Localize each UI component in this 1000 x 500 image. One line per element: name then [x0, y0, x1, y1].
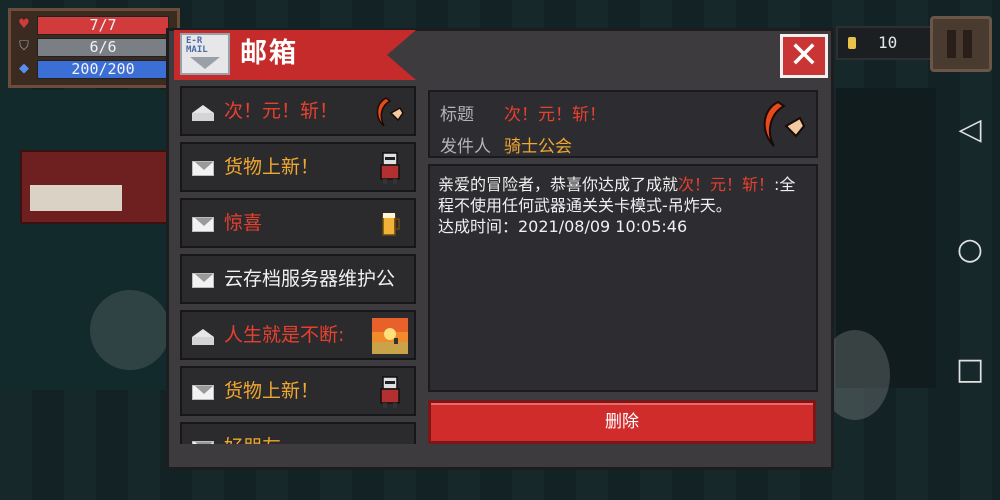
shop-sign	[30, 185, 122, 211]
energy-value: 200/200	[71, 60, 135, 78]
body-intro: 亲爱的冒险者，恭喜你达成了成就	[438, 175, 679, 194]
mail-header: 标题 次！元！斩！ 发件人 骑士公会	[428, 90, 818, 158]
mail-item[interactable]: 好朋友	[180, 422, 416, 444]
crescent-blade-icon	[372, 94, 408, 130]
joystick[interactable]	[90, 290, 170, 370]
mail-item[interactable]: 人生就是不断:	[180, 310, 416, 360]
delete-button[interactable]: 删除	[428, 400, 816, 444]
mail-item[interactable]: 次！元！斩！	[180, 86, 416, 136]
mail-list[interactable]: 次！元！斩！ 货物上新！ 惊喜云存档服务器维护公人生就是不断: 货物上新！ 好朋友	[180, 86, 416, 444]
android-recent-button[interactable]: □	[944, 344, 996, 396]
envelope-icon	[192, 385, 214, 400]
title-value: 次！元！斩！	[504, 105, 606, 125]
mail-item[interactable]: 云存档服务器维护公	[180, 254, 416, 304]
open-envelope-icon	[192, 329, 214, 345]
coin-value: 10	[878, 33, 898, 52]
health-bar: 7/7	[37, 16, 169, 35]
android-back-button[interactable]: ◁	[944, 104, 996, 156]
armor-row: ⛉ 6/6	[17, 38, 169, 57]
mail-subject: 云存档服务器维护公	[224, 268, 396, 290]
envelope-icon	[192, 441, 214, 444]
mail-body-text: 亲爱的冒险者，恭喜你达成了成就次！元！斩！:全程不使用任何武器通关关卡模式-吊炸…	[438, 174, 804, 237]
crescent-blade-icon	[763, 100, 806, 147]
mailbox-title-ribbon: E-R MAIL 邮箱	[174, 30, 416, 80]
merchant-icon	[372, 374, 408, 410]
shield-icon: ⛉	[19, 39, 29, 54]
mail-item[interactable]: 货物上新！	[180, 142, 416, 192]
heart-icon: ♥	[18, 17, 30, 32]
envelope-icon	[192, 161, 214, 176]
android-home-button[interactable]: ○	[944, 224, 996, 276]
coin-counter: 10	[836, 26, 932, 60]
mail-icon: E-R MAIL	[180, 33, 230, 75]
pause-icon-bar	[963, 30, 972, 58]
mail-body: 亲爱的冒险者，恭喜你达成了成就次！元！斩！:全程不使用任何武器通关关卡模式-吊炸…	[428, 164, 818, 392]
armor-bar: 6/6	[37, 38, 169, 57]
pause-icon	[947, 30, 956, 58]
health-row: ♥ 7/7	[17, 16, 169, 35]
mail-icon-flap	[190, 57, 220, 69]
merchant-icon	[372, 150, 408, 186]
health-value: 7/7	[89, 16, 117, 34]
player-stats-panel: ♥ 7/7 ⛉ 6/6 ◆ 200/200	[8, 8, 180, 88]
close-icon: ✕	[788, 35, 820, 76]
sender-value: 骑士公会	[504, 137, 572, 157]
mail-item[interactable]: 货物上新！	[180, 366, 416, 416]
coin-icon	[848, 37, 856, 49]
open-envelope-icon	[192, 105, 214, 121]
mail-item[interactable]: 惊喜	[180, 198, 416, 248]
sender-label: 发件人	[440, 137, 491, 157]
mailbox-title: 邮箱	[240, 38, 298, 69]
title-label: 标题	[440, 105, 474, 125]
energy-row: ◆ 200/200	[17, 60, 169, 79]
sunset-icon	[372, 318, 408, 354]
body-highlight: 次！元！斩！	[678, 175, 775, 194]
mail-icon-label: E-R MAIL	[186, 36, 208, 55]
envelope-icon	[192, 217, 214, 232]
energy-bar: 200/200	[37, 60, 169, 79]
close-button[interactable]: ✕	[780, 34, 828, 78]
pause-button[interactable]	[930, 16, 992, 72]
mail-subject: 好朋友	[224, 424, 404, 444]
energy-icon: ◆	[19, 61, 29, 76]
beer-icon	[372, 206, 408, 242]
body-time: 达成时间：2021/08/09 10:05:46	[438, 217, 688, 236]
armor-value: 6/6	[89, 38, 117, 56]
envelope-icon	[192, 273, 214, 288]
